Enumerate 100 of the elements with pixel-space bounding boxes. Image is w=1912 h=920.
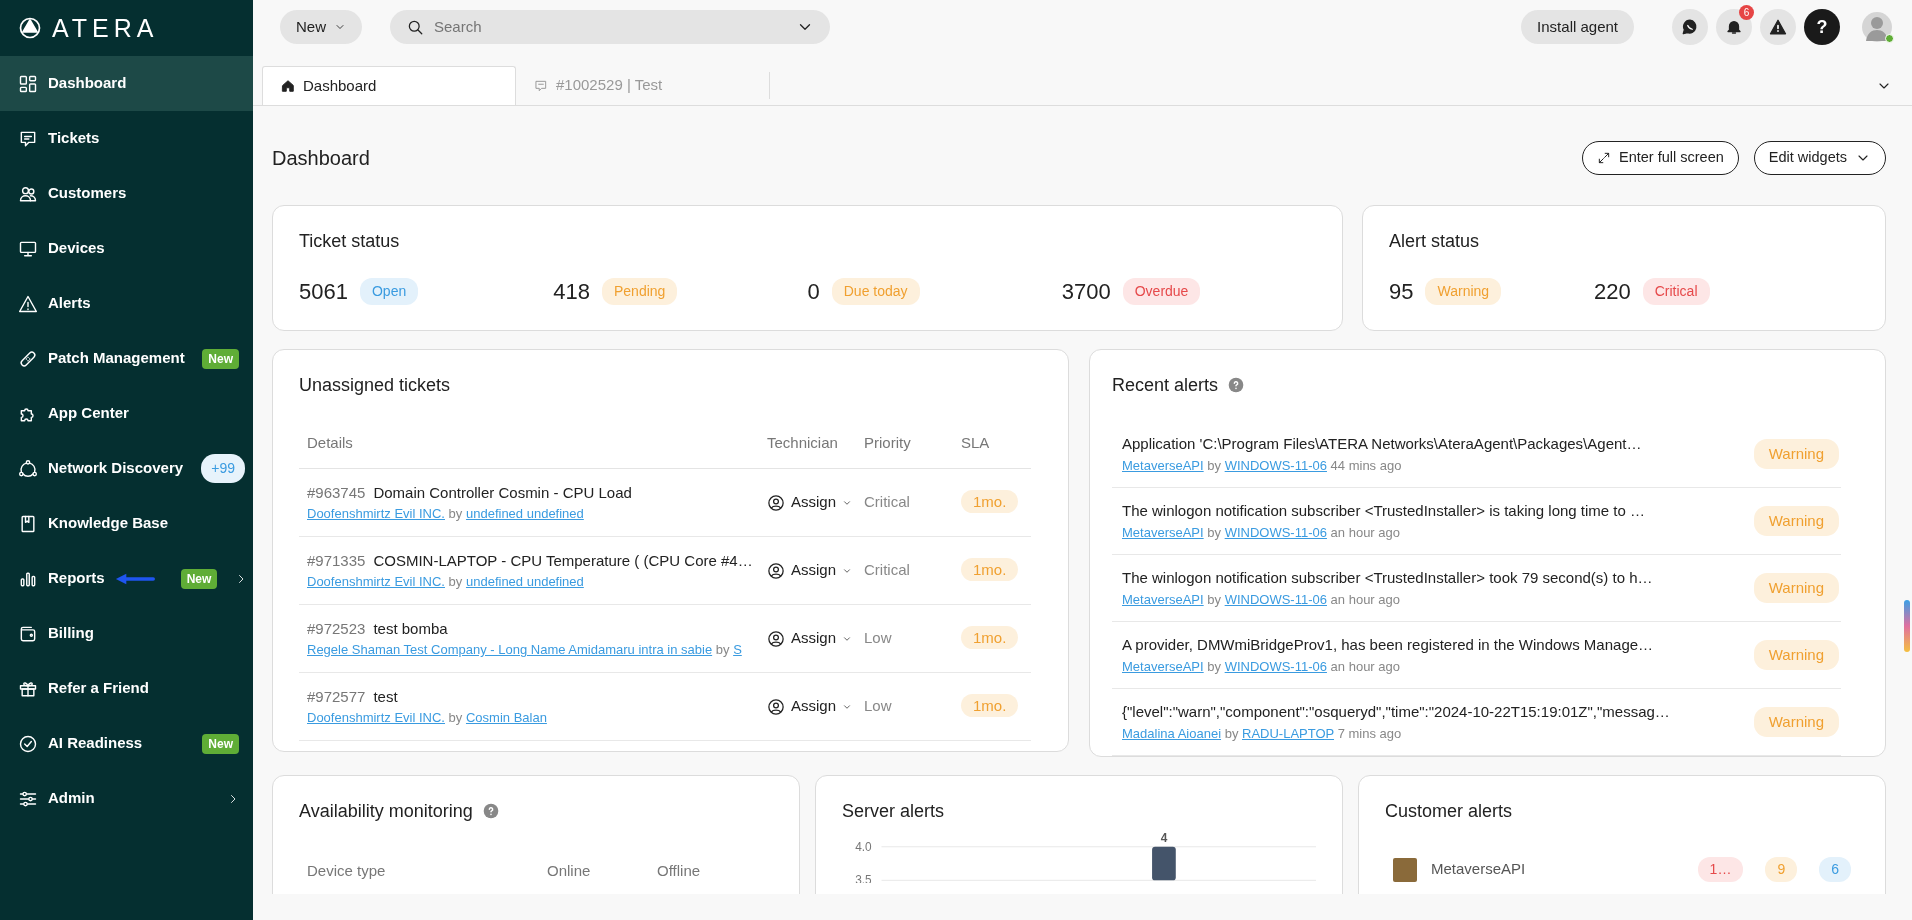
assign-dropdown[interactable]: Assign <box>767 491 864 514</box>
sla-label: 1mo. <box>961 490 1019 514</box>
alert-time: an hour ago <box>1330 591 1400 607</box>
chat-button[interactable] <box>1672 9 1708 45</box>
new-label: New <box>202 733 239 754</box>
alert-message: A provider, DMWmiBridgeProv1, has been registered in the Windows Manage… <box>1122 635 1655 655</box>
ticket-id: #963745 <box>307 483 366 501</box>
fullscreen-button[interactable]: Enter full screen <box>1582 141 1739 175</box>
status-label: Overdue <box>1122 278 1201 305</box>
alert-time: 7 mins ago <box>1337 725 1402 741</box>
ticket-id: #972577 <box>307 687 366 705</box>
severity-label: Warning <box>1753 639 1839 671</box>
priority-text: Critical <box>864 492 911 513</box>
sla-label: 1mo. <box>961 694 1019 718</box>
sidebar-item[interactable]: AI Readiness New <box>0 716 253 771</box>
sidebar-item[interactable]: App Center <box>0 386 253 441</box>
stat-count: 95 <box>1389 278 1414 306</box>
tab[interactable]: Dashboard <box>262 66 516 105</box>
check-circle-icon <box>18 733 38 754</box>
column-header: Online <box>547 861 592 882</box>
widget-title: Alert status <box>1389 230 1480 253</box>
dashboard-icon <box>18 73 38 94</box>
sidebar-item[interactable]: Admin <box>0 771 253 826</box>
status-label: Pending <box>601 278 678 305</box>
sidebar-item[interactable]: Refer a Friend <box>0 661 253 716</box>
alerts-button[interactable] <box>1760 9 1796 45</box>
alert-time: an hour ago <box>1330 658 1400 674</box>
new-button[interactable]: New <box>280 10 362 44</box>
severity-label: Warning <box>1753 438 1839 470</box>
stat-count: 220 <box>1594 278 1631 306</box>
alert-message: {"level":"warn","component":"osqueryd","time":"2024-10-22T15:19:01Z","messag… <box>1122 702 1671 722</box>
message-icon <box>534 78 548 93</box>
sidebar-item[interactable]: Alerts <box>0 276 253 331</box>
severity-label: Warning <box>1753 505 1839 537</box>
stat-count: 5061 <box>299 278 348 306</box>
sidebar-item[interactable]: Customers <box>0 166 253 221</box>
search-field[interactable]: Search <box>432 14 788 40</box>
edit-widgets-button[interactable]: Edit widgets <box>1753 141 1886 175</box>
count-badge: +99 <box>201 454 245 483</box>
assign-dropdown[interactable]: Assign <box>767 559 864 582</box>
severity-label: Warning <box>1753 572 1839 604</box>
sidebar-item[interactable]: Knowledge Base <box>0 496 253 551</box>
alert-count: 6 <box>1819 857 1851 882</box>
assign-dropdown[interactable]: Assign <box>767 627 864 650</box>
by-text: by <box>448 710 463 725</box>
alert-message: Application 'C:\Program Files\ATERA Networks\AteraAgent\Packages\Agent… <box>1122 434 1643 454</box>
sidebar-item[interactable]: Billing <box>0 606 253 661</box>
install-agent-button[interactable]: Install agent <box>1521 10 1634 44</box>
home-icon <box>281 79 295 93</box>
logo-text: ATERA <box>52 15 159 41</box>
priority-text: Critical <box>864 560 911 581</box>
alert-count: 9 <box>1765 857 1798 882</box>
stat-count: 0 <box>807 278 820 306</box>
sidebar-item[interactable]: Network Discovery +99 <box>0 441 253 496</box>
column-header: Offline <box>657 861 702 882</box>
user-avatar[interactable] <box>1862 12 1892 42</box>
book-icon <box>18 513 38 534</box>
widget-title: Recent alerts <box>1112 375 1219 395</box>
logo-icon <box>18 16 42 40</box>
help-button[interactable]: ? <box>1804 9 1840 45</box>
customer-name: MetaverseAPI <box>1431 859 1527 880</box>
sla-label: 1mo. <box>961 626 1019 650</box>
sidebar-item[interactable]: Dashboard <box>0 56 253 111</box>
alert-message: The winlogon notification subscriber <TrustedInstaller> is taking long time to … <box>1122 501 1647 521</box>
column-header: Technician <box>767 433 839 454</box>
alert-time: 44 mins ago <box>1330 457 1402 473</box>
status-label: Open <box>359 278 419 305</box>
axis-tick-label: 4.0 <box>855 839 872 854</box>
alert-count: 1… <box>1697 857 1744 882</box>
by-text: by <box>448 574 463 589</box>
photo-placeholder <box>1393 857 1417 882</box>
ticket-subject: test <box>373 687 398 705</box>
by-text: by <box>715 642 730 657</box>
sidebar-item[interactable]: Patch Management New <box>0 331 253 386</box>
priority-text: Low <box>864 628 893 649</box>
assign-dropdown[interactable]: Assign <box>767 695 864 718</box>
alert-time: an hour ago <box>1330 524 1400 540</box>
search-bar[interactable]: Search <box>390 10 830 44</box>
by-text: by <box>1207 457 1221 473</box>
status-label: Critical <box>1642 278 1710 305</box>
widget-title: Unassigned tickets <box>299 374 451 397</box>
stat-count: 3700 <box>1061 278 1111 306</box>
ticket-subject: COSMIN-LAPTOP - CPU Temperature ( (CPU Core #4… <box>373 551 753 569</box>
ticket-subject: test bomba <box>373 619 448 637</box>
priority-text: Low <box>864 696 893 717</box>
user-circle-icon <box>767 697 785 716</box>
sidebar-item[interactable]: Tickets <box>0 111 253 166</box>
by-text: by <box>1207 591 1221 607</box>
column-header: Priority <box>864 433 912 454</box>
new-label: New <box>180 568 218 589</box>
by-text: by <box>1207 658 1221 674</box>
sidebar-item[interactable]: Reports New <box>0 551 253 606</box>
scrollbar-thumb[interactable] <box>1904 600 1910 652</box>
search-icon <box>406 18 424 36</box>
sidebar-item[interactable]: Devices <box>0 221 253 276</box>
help-icon <box>482 803 499 819</box>
column-header: Details <box>307 433 354 454</box>
status-label: Due today <box>831 278 920 305</box>
help-icon <box>1228 377 1245 393</box>
data-label: 4 <box>1160 830 1168 845</box>
